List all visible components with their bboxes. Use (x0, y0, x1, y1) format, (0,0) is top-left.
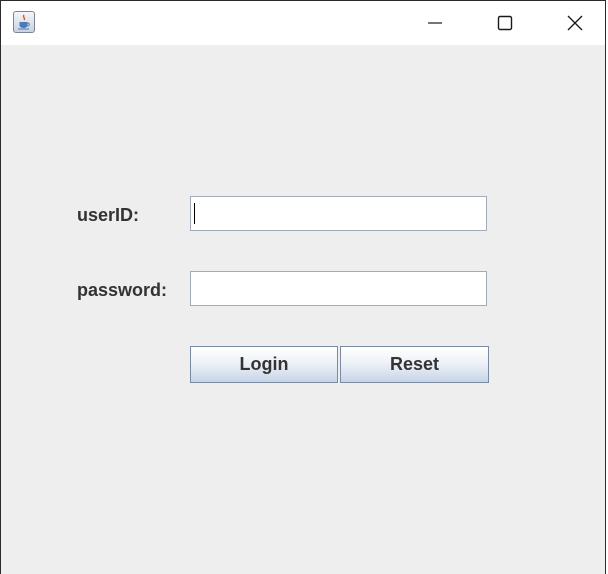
login-button[interactable]: Login (190, 346, 338, 383)
userid-label: userID: (77, 205, 140, 225)
reset-button[interactable]: Reset (340, 346, 489, 383)
maximize-button[interactable] (482, 1, 528, 45)
minimize-button[interactable] (412, 1, 458, 45)
app-window: userID: password: Login Reset (0, 0, 606, 574)
close-button[interactable] (552, 1, 598, 45)
password-input[interactable] (190, 271, 487, 306)
login-panel: userID: password: Login Reset (1, 45, 605, 574)
maximize-icon (497, 15, 513, 31)
close-icon (567, 15, 583, 31)
userid-input[interactable] (190, 196, 487, 231)
text-caret (194, 203, 195, 224)
minimize-icon (428, 22, 442, 24)
java-cup-icon[interactable] (13, 11, 35, 33)
title-bar[interactable] (1, 1, 605, 45)
password-label: password: (77, 280, 168, 300)
